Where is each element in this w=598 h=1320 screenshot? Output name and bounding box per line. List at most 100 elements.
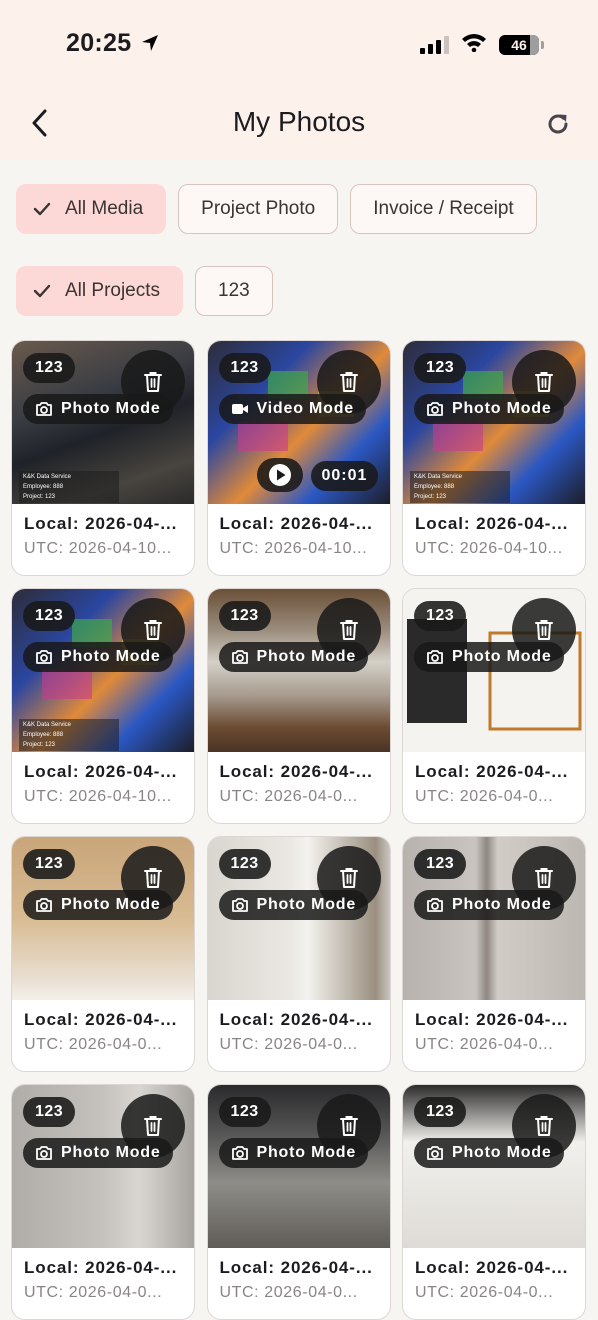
- photo-watermark: K&K Data Service Employee: 888 Project: 12…: [19, 719, 119, 751]
- capture-mode-badge: Photo Mode: [218, 1138, 369, 1168]
- capture-mode-badge: Photo Mode: [218, 642, 369, 672]
- chip-label: 123: [218, 280, 250, 301]
- photo-thumbnail[interactable]: 123 Photo Mode: [12, 837, 194, 1000]
- photo-thumbnail[interactable]: 123 Photo Mode: [403, 837, 585, 1000]
- photo-card[interactable]: 123 Photo Mode Local: 2026-04-... UTC: 2026…: [11, 836, 195, 1072]
- play-button[interactable]: [256, 458, 303, 492]
- watermark-line: Project: 123: [23, 742, 56, 748]
- capture-mode-label: Photo Mode: [256, 648, 357, 665]
- chip-project-photo[interactable]: Project Photo: [178, 184, 339, 234]
- capture-mode-badge: Photo Mode: [414, 890, 564, 920]
- project-badge: 123: [414, 601, 467, 631]
- local-timestamp: Local: 2026-04-...: [219, 514, 373, 533]
- project-badge: 123: [23, 849, 76, 879]
- project-badge: 123: [218, 601, 271, 631]
- local-timestamp: Local: 2026-04-...: [24, 1258, 178, 1277]
- photo-thumbnail[interactable]: K&K Data Service Employee: 888 Project: 12…: [12, 589, 194, 752]
- chip-project-123[interactable]: 123: [195, 266, 273, 316]
- photo-thumbnail[interactable]: 123 Video Mode 00:01: [207, 341, 390, 504]
- utc-timestamp: UTC: 2026-04-0...: [415, 1284, 554, 1301]
- capture-mode-label: Photo Mode: [452, 648, 552, 665]
- camera-icon: [231, 1145, 249, 1161]
- capture-mode-label: Video Mode: [256, 400, 354, 417]
- photo-card[interactable]: 123 Photo Mode Local: 2026-04-... UTC: 2026…: [206, 1084, 391, 1320]
- trash-icon: [144, 371, 162, 393]
- utc-timestamp: UTC: 2026-04-0...: [415, 1036, 554, 1053]
- camera-icon: [426, 1145, 444, 1161]
- photo-card[interactable]: 123 Photo Mode Local: 2026-04-... UTC: 2026…: [402, 1084, 586, 1320]
- project-badge: 123: [23, 353, 76, 383]
- trash-icon: [144, 1115, 162, 1137]
- watermark-line: Project: 123: [23, 494, 56, 500]
- photo-thumbnail[interactable]: 123 Photo Mode: [207, 1085, 390, 1248]
- utc-timestamp: UTC: 2026-04-10...: [415, 540, 563, 557]
- utc-timestamp: UTC: 2026-04-0...: [219, 1284, 358, 1301]
- camera-icon: [35, 649, 53, 665]
- photo-thumbnail[interactable]: 123 Photo Mode: [12, 1085, 194, 1248]
- photo-thumbnail[interactable]: K&K Data Service Employee: 888 Project: 12…: [12, 341, 194, 504]
- video-duration: 00:01: [310, 461, 379, 491]
- project-badge: 123: [414, 1097, 467, 1127]
- photo-card[interactable]: K&K Data Service Employee: 888 Project: 12…: [11, 340, 195, 576]
- photo-card[interactable]: 123 Photo Mode Local: 2026-04-... UTC: 2026…: [402, 588, 586, 824]
- utc-timestamp: UTC: 2026-04-10...: [219, 540, 368, 557]
- video-camera-icon: [231, 402, 249, 416]
- page-title: My Photos: [232, 106, 366, 137]
- chip-label: Invoice / Receipt: [373, 198, 514, 219]
- watermark-line: Project: 123: [414, 494, 447, 500]
- chip-all-media[interactable]: All Media: [16, 184, 167, 234]
- trash-icon: [339, 619, 358, 641]
- photo-card[interactable]: 123 Photo Mode Local: 2026-04-... UTC: 2026…: [206, 588, 391, 824]
- capture-mode-label: Photo Mode: [61, 648, 161, 665]
- photo-meta: Local: 2026-04-... UTC: 2026-04-0...: [208, 1000, 390, 1054]
- camera-icon: [426, 649, 444, 665]
- photo-meta: Local: 2026-04-... UTC: 2026-04-10...: [403, 504, 585, 558]
- chip-label: Project Photo: [201, 198, 316, 219]
- photo-card[interactable]: 123 Photo Mode Local: 2026-04-... UTC: 2026…: [402, 836, 586, 1072]
- capture-mode-label: Photo Mode: [256, 896, 357, 913]
- capture-mode-badge: Photo Mode: [218, 890, 369, 920]
- project-badge: 123: [218, 849, 271, 879]
- wifi-icon: [461, 32, 487, 57]
- camera-icon: [35, 1145, 53, 1161]
- watermark-line: K&K Data Service: [23, 722, 72, 728]
- photo-meta: Local: 2026-04-... UTC: 2026-04-0...: [403, 1000, 585, 1054]
- photo-grid: K&K Data Service Employee: 888 Project: 12…: [11, 340, 586, 1320]
- refresh-icon: [548, 114, 568, 134]
- capture-mode-label: Photo Mode: [256, 1144, 357, 1161]
- photo-card[interactable]: 123 Photo Mode Local: 2026-04-... UTC: 2026…: [206, 836, 391, 1072]
- photo-meta: Local: 2026-04-... UTC: 2026-04-0...: [208, 752, 390, 806]
- photo-thumbnail[interactable]: 123 Photo Mode: [403, 589, 585, 752]
- trash-icon: [144, 619, 162, 641]
- photo-thumbnail[interactable]: K&K Data Service Employee: 888 Project: 12…: [403, 341, 585, 504]
- watermark-line: Employee: 888: [414, 484, 455, 490]
- project-badge: 123: [218, 1097, 271, 1127]
- cellular-signal-icon: [420, 35, 449, 54]
- capture-mode-badge: Photo Mode: [23, 890, 173, 920]
- photo-thumbnail[interactable]: 123 Photo Mode: [207, 837, 390, 1000]
- project-filter-row: All Projects 123: [16, 266, 273, 316]
- battery-icon: 46: [499, 34, 539, 55]
- capture-mode-label: Photo Mode: [452, 1144, 552, 1161]
- utc-timestamp: UTC: 2026-04-0...: [415, 788, 554, 805]
- capture-mode-badge: Photo Mode: [23, 1138, 173, 1168]
- chip-invoice-receipt[interactable]: Invoice / Receipt: [350, 184, 537, 234]
- camera-icon: [231, 649, 249, 665]
- utc-timestamp: UTC: 2026-04-10...: [24, 540, 172, 557]
- chip-all-projects[interactable]: All Projects: [16, 266, 184, 316]
- refresh-button[interactable]: [538, 104, 578, 144]
- watermark-line: K&K Data Service: [414, 474, 463, 480]
- photo-meta: Local: 2026-04-... UTC: 2026-04-10...: [12, 504, 194, 558]
- photo-card[interactable]: K&K Data Service Employee: 888 Project: 12…: [11, 588, 195, 824]
- local-timestamp: Local: 2026-04-...: [219, 1258, 373, 1277]
- utc-timestamp: UTC: 2026-04-0...: [219, 1036, 358, 1053]
- photo-card[interactable]: 123 Photo Mode Local: 2026-04-... UTC: 2026…: [11, 1084, 195, 1320]
- photo-card[interactable]: K&K Data Service Employee: 888 Project: 12…: [402, 340, 586, 576]
- photo-thumbnail[interactable]: 123 Photo Mode: [207, 589, 390, 752]
- project-badge: 123: [23, 1097, 76, 1127]
- photo-thumbnail[interactable]: 123 Photo Mode: [403, 1085, 585, 1248]
- project-badge: 123: [414, 849, 467, 879]
- photo-card[interactable]: 123 Video Mode 00:01 Local: 2026-04-... UTC:…: [206, 340, 391, 576]
- camera-icon: [35, 401, 53, 417]
- photo-meta: Local: 2026-04-... UTC: 2026-04-0...: [208, 1248, 390, 1302]
